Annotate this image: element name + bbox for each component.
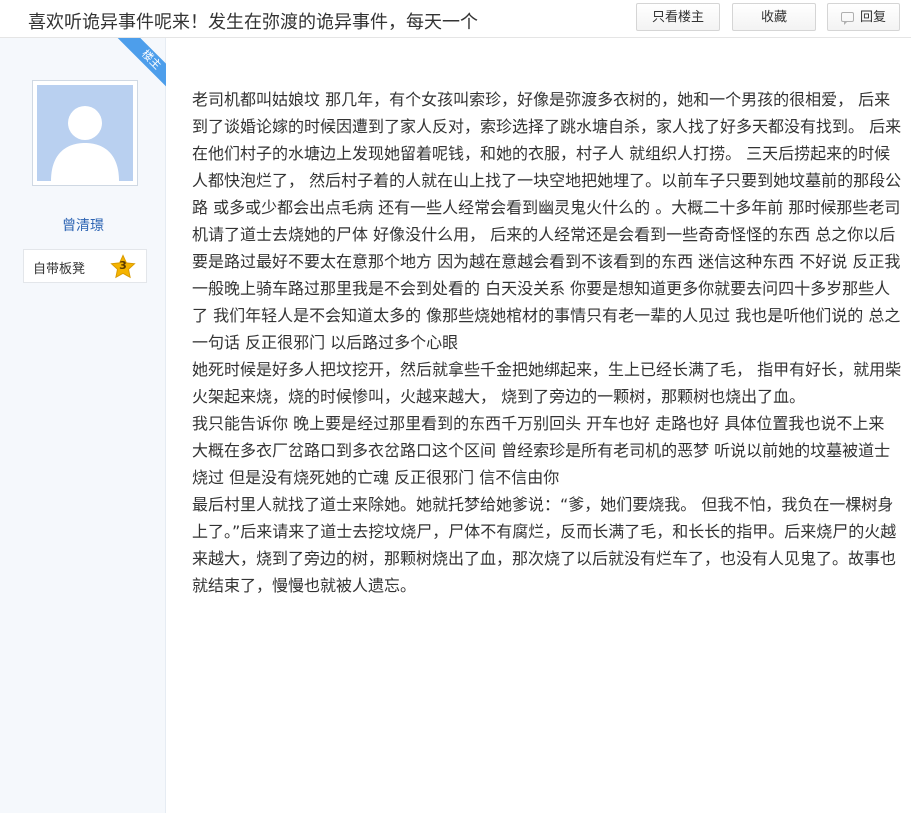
post-content: 老司机都叫姑娘坟 那几年，有个女孩叫索珍，好像是弥渡多衣树的，她和一个男孩的很相… bbox=[192, 86, 904, 599]
avatar[interactable] bbox=[32, 80, 138, 186]
level-badge[interactable]: 自带板凳 3 bbox=[23, 249, 147, 283]
thread-page: 喜欢听诡异事件呢来！发生在弥渡的诡异事件，每天一个 只看楼主 收藏 回复 楼主 … bbox=[0, 0, 911, 813]
only-op-button[interactable]: 只看楼主 bbox=[636, 3, 720, 31]
favorite-button[interactable]: 收藏 bbox=[732, 3, 816, 31]
default-avatar-icon bbox=[37, 85, 133, 181]
author-username[interactable]: 曾清璟 bbox=[0, 215, 166, 235]
reply-icon bbox=[840, 12, 854, 25]
thread-header: 喜欢听诡异事件呢来！发生在弥渡的诡异事件，每天一个 只看楼主 收藏 回复 bbox=[0, 0, 911, 38]
post-paragraph: 最后村里人就找了道士来除她。她就托梦给她爹说：“爹，她们要烧我。 但我不怕，我负… bbox=[192, 495, 897, 595]
avatar-silhouette bbox=[37, 85, 133, 181]
thread-title: 喜欢听诡异事件呢来！发生在弥渡的诡异事件，每天一个 bbox=[28, 12, 478, 33]
author-sidebar: 楼主 曾清璟 自带板凳 3 bbox=[0, 38, 166, 813]
reply-button[interactable]: 回复 bbox=[827, 3, 900, 31]
reply-label: 回复 bbox=[859, 10, 886, 25]
level-badge-label: 自带板凳 bbox=[33, 262, 86, 277]
post-paragraph: 老司机都叫姑娘坟 那几年，有个女孩叫索珍，好像是弥渡多衣树的，她和一个男孩的很相… bbox=[192, 90, 902, 352]
level-badge-number: 3 bbox=[119, 259, 127, 272]
post-paragraph: 我只能告诉你 晚上要是经过那里看到的东西千万别回头 开车也好 走路也好 具体位置… bbox=[192, 414, 891, 487]
post-paragraph: 她死时候是好多人把坟挖开，然后就拿些千金把她绑起来，生上已经长满了毛， 指甲有好… bbox=[192, 360, 902, 406]
